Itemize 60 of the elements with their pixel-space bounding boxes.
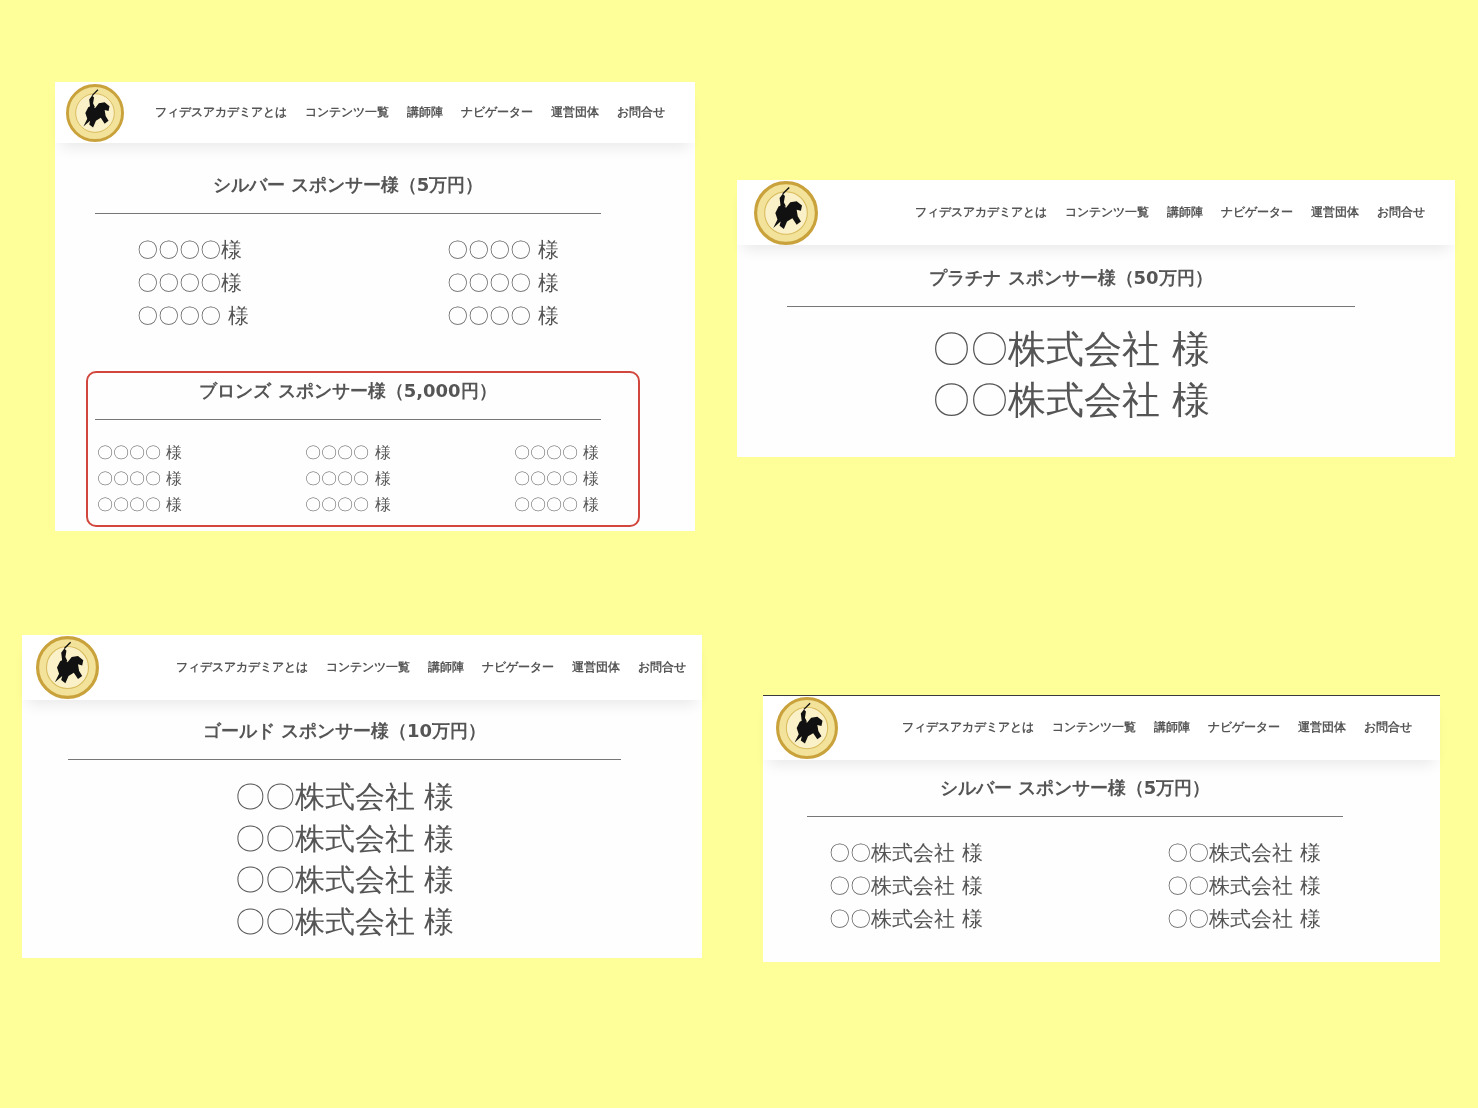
nav-link[interactable]: ナビゲーター: [1221, 203, 1293, 222]
nav-link[interactable]: お問合せ: [617, 103, 665, 122]
section-title: シルバー スポンサー様（5万円）: [938, 776, 1212, 800]
sponsor-name: 〇〇〇〇 様: [137, 303, 249, 330]
nav-link[interactable]: お問合せ: [638, 658, 686, 677]
nav-link[interactable]: 運営団体: [572, 658, 620, 677]
sponsor-name: 〇〇株式会社 様: [829, 873, 983, 900]
nav-link[interactable]: ナビゲーター: [1208, 719, 1280, 737]
section-title: シルバー スポンサー様（5万円）: [211, 173, 485, 197]
section-title: ゴールド スポンサー様（10万円）: [201, 719, 488, 743]
sponsor-name: 〇〇〇〇 様: [447, 303, 559, 330]
nav-link[interactable]: コンテンツ一覧: [1065, 203, 1149, 222]
sponsor-name: 〇〇〇〇 様: [305, 468, 391, 490]
sponsor-name: 〇〇株式会社 様: [234, 778, 455, 816]
sponsor-name: 〇〇株式会社 様: [829, 840, 983, 867]
sponsor-name: 〇〇株式会社 様: [1167, 906, 1321, 933]
nav-link[interactable]: コンテンツ一覧: [326, 658, 410, 677]
horse-rider-emblem-icon[interactable]: [66, 83, 124, 142]
sponsor-name: 〇〇株式会社 様: [1167, 840, 1321, 867]
nav-link[interactable]: ナビゲーター: [461, 103, 533, 122]
sponsor-name: 〇〇〇〇 様: [305, 442, 391, 464]
nav-link[interactable]: 運営団体: [1298, 719, 1346, 737]
sponsor-name: 〇〇〇〇 様: [513, 494, 599, 516]
nav-link[interactable]: 講師陣: [428, 658, 464, 677]
sponsor-name: 〇〇〇〇 様: [513, 468, 599, 490]
sponsor-name: 〇〇〇〇 様: [447, 270, 559, 297]
nav-link[interactable]: フィデスアカデミアとは: [915, 203, 1047, 222]
horse-rider-emblem-icon[interactable]: [36, 636, 99, 699]
sponsor-name: 〇〇株式会社 様: [931, 377, 1211, 424]
nav-link[interactable]: 運営団体: [1311, 203, 1359, 222]
sponsor-name: 〇〇〇〇 様: [513, 442, 599, 464]
sponsor-name: 〇〇〇〇 様: [97, 494, 183, 516]
nav-link[interactable]: コンテンツ一覧: [1052, 719, 1136, 737]
sponsor-name: 〇〇〇〇 様: [305, 494, 391, 516]
nav-link[interactable]: フィデスアカデミアとは: [155, 103, 287, 122]
sponsor-name: 〇〇株式会社 様: [234, 861, 455, 899]
section-title: ブロンズ スポンサー様（5,000円）: [198, 379, 498, 403]
nav-link[interactable]: フィデスアカデミアとは: [902, 719, 1034, 737]
horse-rider-emblem-icon[interactable]: [754, 180, 818, 245]
sponsor-name: 〇〇株式会社 様: [234, 902, 455, 941]
sponsor-name: 〇〇〇〇 様: [447, 237, 559, 264]
sponsor-name: 〇〇〇〇様: [137, 237, 242, 264]
sponsor-name: 〇〇株式会社 様: [829, 906, 983, 933]
nav-link[interactable]: コンテンツ一覧: [305, 103, 389, 122]
nav-link[interactable]: 講師陣: [407, 103, 443, 122]
nav-link[interactable]: お問合せ: [1377, 203, 1425, 222]
nav-link[interactable]: フィデスアカデミアとは: [176, 658, 308, 677]
nav-link[interactable]: ナビゲーター: [482, 658, 554, 677]
nav-link[interactable]: 運営団体: [551, 103, 599, 122]
nav-link[interactable]: お問合せ: [1364, 719, 1412, 737]
nav-link[interactable]: 講師陣: [1154, 719, 1190, 737]
section-title: プラチナ スポンサー様（50万円）: [928, 266, 1214, 290]
sponsor-name: 〇〇株式会社 様: [1167, 873, 1321, 900]
nav-link[interactable]: 講師陣: [1167, 203, 1203, 222]
sponsor-name: 〇〇株式会社 様: [234, 819, 455, 858]
sponsor-name: 〇〇〇〇 様: [97, 468, 183, 490]
sponsor-name: 〇〇〇〇 様: [97, 442, 183, 464]
horse-rider-emblem-icon[interactable]: [776, 697, 838, 759]
sponsor-name: 〇〇株式会社 様: [931, 326, 1211, 373]
sponsor-name: 〇〇〇〇様: [137, 270, 242, 297]
